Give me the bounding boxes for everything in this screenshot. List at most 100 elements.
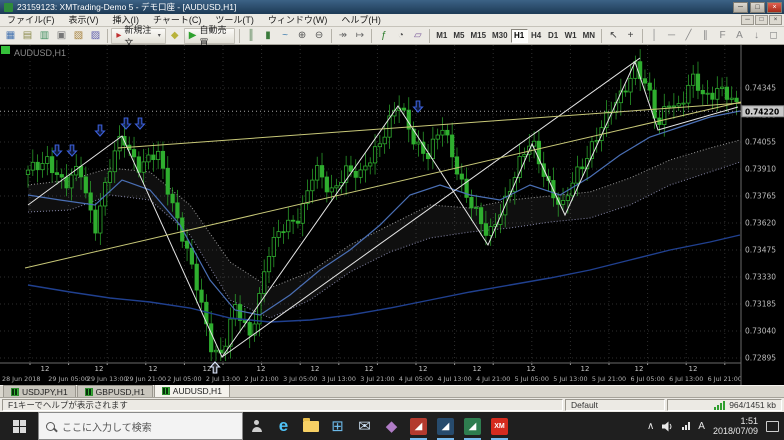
clock-date: 2018/07/09 (712, 426, 758, 436)
timeframe-d1-button[interactable]: D1 (545, 29, 562, 43)
timeframe-m1-button[interactable]: M1 (433, 29, 450, 43)
mail-icon[interactable]: ✉ (351, 412, 378, 440)
child-minimize-button[interactable]: ─ (741, 15, 754, 25)
store-icon-glyph: ⊞ (331, 418, 344, 435)
vertical-line-button[interactable]: │ (647, 28, 663, 44)
child-close-button[interactable]: × (769, 15, 782, 25)
toolbar-main: ▦ ▤ ▥ ▣ ▧ ▨ ▸ 新規注文 ▾ ◆ ▶ 自動売買 ║ ▮ ~ ⊕ ⊖ ↠ ↦ ƒ ◔ ▱ (2, 25, 433, 48)
timeframe-m5-button[interactable]: M5 (450, 29, 467, 43)
chart-shift-button[interactable]: ↦ (352, 28, 368, 44)
svg-text:4 Jul 21:00: 4 Jul 21:00 (476, 375, 510, 383)
text-button[interactable]: A (732, 28, 748, 44)
maximize-button[interactable]: □ (750, 1, 765, 13)
dropdown-caret-icon: ▾ (157, 33, 161, 39)
auto-scroll-button[interactable]: ↠ (335, 28, 351, 44)
channel-button[interactable]: ∥ (698, 28, 714, 44)
chart-tab-gbpusd[interactable]: GBPUSD,H1 (76, 385, 153, 397)
mt4-terminal-icon-3[interactable]: ◢ (459, 412, 486, 440)
cursor-button[interactable]: ↖ (606, 28, 622, 44)
window-titlebar[interactable]: 23159123: XMTrading-Demo 5 - デモ口座 - [AUD… (0, 0, 784, 14)
chart-tab-audusd[interactable]: AUDUSD,H1 (153, 384, 230, 397)
menu-item-view[interactable]: 表示(V) (62, 14, 106, 26)
zoom-out-button[interactable]: ⊖ (311, 28, 327, 44)
tab-label: GBPUSD,H1 (95, 386, 145, 397)
svg-text:12: 12 (365, 365, 374, 373)
chart-tab-usdjpy[interactable]: USDJPY,H1 (3, 385, 76, 397)
timeframe-h4-button[interactable]: H4 (528, 29, 545, 43)
timeframe-h1-button[interactable]: H1 (510, 28, 528, 43)
taskbar-clock[interactable]: 1:51 2018/07/09 (713, 416, 758, 436)
new-chart-button[interactable]: ▦ (3, 28, 19, 44)
file-explorer-icon-glyph (302, 417, 319, 432)
xm-icon-glyph: XM (491, 417, 508, 435)
people-icon[interactable] (243, 412, 270, 440)
navigator-icon: ▧ (73, 29, 84, 41)
templates-button[interactable]: ▱ (410, 28, 426, 44)
bar-chart-icon: ║ (247, 29, 255, 41)
svg-text:6 Jul 05:00: 6 Jul 05:00 (630, 375, 664, 383)
autotrading-button[interactable]: ▶ 自動売買 (183, 25, 236, 48)
menu-item-window[interactable]: ウィンドウ(W) (261, 14, 335, 26)
shapes-button[interactable]: ◻ (766, 28, 782, 44)
market-watch-button[interactable]: ▥ (37, 28, 53, 44)
start-button[interactable] (0, 412, 38, 440)
svg-text:0.73910: 0.73910 (745, 165, 776, 174)
crosshair-button[interactable]: + (623, 28, 639, 44)
toolbar-separator (371, 28, 373, 43)
periods-button[interactable]: ◔ (393, 28, 409, 44)
tray-chevron-icon[interactable]: ∧ (647, 421, 654, 432)
status-help-text: F1キーでヘルプが表示されます (2, 399, 563, 411)
price-chart[interactable]: 28 Jun 2018 29 Jun 05:0029 Jun 13:0029 Ju… (0, 45, 784, 385)
svg-text:2 Jul 05:00: 2 Jul 05:00 (167, 375, 201, 383)
one-click-trading-button[interactable] (1, 46, 10, 54)
indicators-button[interactable]: ƒ (376, 28, 392, 44)
notification-center-icon[interactable] (766, 420, 779, 432)
edge-icon[interactable]: e (270, 412, 297, 440)
network-icon[interactable] (682, 422, 691, 430)
svg-text:12: 12 (95, 365, 104, 373)
zoom-in-button[interactable]: ⊕ (294, 28, 310, 44)
metaeditor-button[interactable]: ◆ (167, 28, 183, 44)
toolbar-separator (107, 28, 108, 43)
mt4-terminal-icon-1[interactable]: ◢ (405, 412, 432, 440)
metaeditor-icon: ◆ (170, 29, 179, 41)
profiles-button[interactable]: ▤ (20, 28, 36, 44)
close-button[interactable]: × (767, 1, 782, 13)
xm-icon[interactable]: XM (486, 412, 513, 440)
speaker-icon[interactable] (662, 421, 674, 432)
ime-indicator[interactable]: A (698, 421, 705, 432)
trendline-button[interactable]: ╱ (681, 28, 697, 44)
store-icon[interactable]: ⊞ (324, 412, 351, 440)
mt4-terminal-icon-2-glyph: ◢ (437, 417, 454, 435)
timeframe-mn-button[interactable]: MN (580, 29, 598, 43)
status-profile[interactable]: Default (565, 399, 665, 411)
app-icon-purple[interactable]: ◆ (378, 412, 405, 440)
timeframe-m30-button[interactable]: M30 (489, 29, 511, 43)
timeframe-w1-button[interactable]: W1 (562, 29, 580, 43)
svg-text:0.73040: 0.73040 (745, 327, 776, 336)
toolbar-separator (601, 28, 602, 43)
navigator-button[interactable]: ▧ (71, 28, 87, 44)
svg-text:0.74345: 0.74345 (745, 84, 776, 93)
line-chart-button[interactable]: ~ (277, 28, 293, 44)
mt4-terminal-icon-2[interactable]: ◢ (432, 412, 459, 440)
svg-text:12: 12 (41, 365, 50, 373)
chart-tabs-bar: USDJPY,H1 GBPUSD,H1 AUDUSD,H1 (0, 384, 784, 398)
taskbar-search-input[interactable]: ここに入力して検索 (38, 412, 243, 440)
minimize-button[interactable]: ─ (733, 1, 748, 13)
arrows-button[interactable]: ↓ (749, 28, 765, 44)
menu-item-file[interactable]: ファイル(F) (0, 14, 62, 26)
candlestick-button[interactable]: ▮ (260, 28, 276, 44)
fibonacci-button[interactable]: F (715, 28, 731, 44)
horizontal-line-button[interactable]: ─ (664, 28, 680, 44)
timeframe-m15-button[interactable]: M15 (467, 29, 489, 43)
svg-text:12: 12 (689, 365, 698, 373)
mt4-terminal-icon-1-glyph: ◢ (410, 417, 427, 435)
menu-item-help[interactable]: ヘルプ(H) (334, 14, 388, 26)
data-window-button[interactable]: ▣ (54, 28, 70, 44)
child-restore-button[interactable]: □ (755, 15, 768, 25)
terminal-button[interactable]: ▨ (88, 28, 104, 44)
bar-chart-button[interactable]: ║ (243, 28, 259, 44)
file-explorer-icon[interactable] (297, 412, 324, 440)
new-order-button[interactable]: ▸ 新規注文 ▾ (111, 25, 166, 48)
